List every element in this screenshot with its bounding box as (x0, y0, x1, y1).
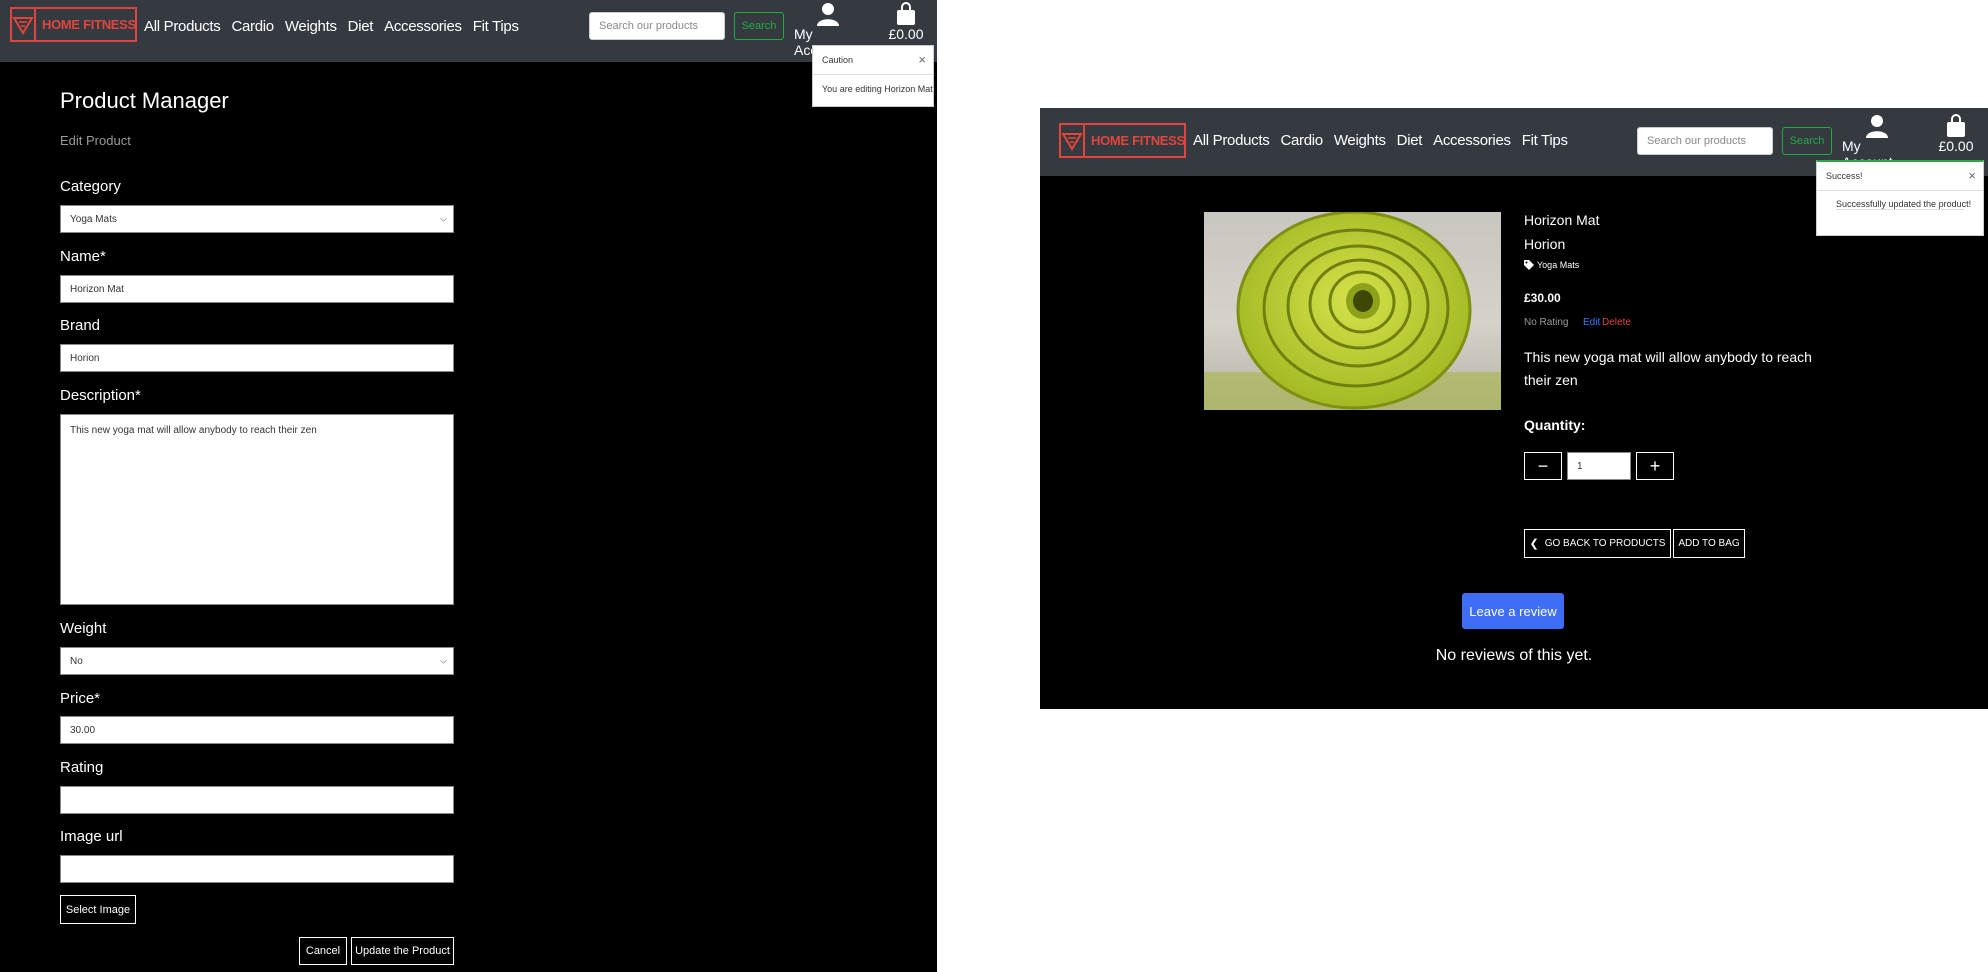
update-product-button[interactable]: Update the Product (351, 937, 454, 965)
toast-title: Caution (822, 55, 854, 65)
shopping-bag-link[interactable]: £0.00 (1930, 114, 1982, 154)
user-icon (1866, 115, 1888, 138)
shopping-bag-icon (1947, 114, 1965, 137)
no-reviews-message: No reviews of this yet. (1435, 647, 1593, 664)
toast-header: Caution × (813, 46, 933, 75)
weight-select[interactable]: No ⌵ (60, 647, 454, 675)
logo-mark-icon (12, 9, 36, 40)
weight-label: Weight (60, 620, 107, 637)
category-value: Yoga Mats (70, 213, 117, 225)
product-brand: Horion (1524, 236, 1566, 252)
name-label: Name* (60, 248, 106, 265)
logo-text: HOME FITNESS (42, 17, 136, 32)
nav-link-fit-tips[interactable]: Fit Tips (1522, 132, 1568, 149)
decrement-button[interactable]: − (1524, 452, 1562, 480)
nav-links: All Products Cardio Weights Diet Accesso… (144, 18, 530, 35)
category-select[interactable]: Yoga Mats ⌵ (60, 205, 454, 233)
toast-header: Success! × (1817, 162, 1983, 191)
nav-link-cardio[interactable]: Cardio (1280, 132, 1323, 149)
chevron-down-icon: ⌵ (440, 213, 447, 224)
product-name: Horizon Mat (1524, 212, 1600, 228)
rating-label: Rating (60, 759, 104, 776)
go-back-label: GO BACK TO PRODUCTS (1544, 538, 1666, 549)
description-label: Description* (60, 387, 141, 404)
image-url-label: Image url (60, 828, 123, 845)
close-icon[interactable]: × (918, 52, 926, 67)
search-button[interactable]: Search (1782, 127, 1832, 155)
plus-icon: + (1649, 455, 1661, 476)
search-input[interactable]: Search our products (1637, 127, 1773, 155)
toast-message: Successfully updated the product! (1836, 199, 1972, 209)
main-navbar: HOME FITNESS All Products Cardio Weights… (0, 0, 937, 62)
quantity-label: Quantity: (1524, 417, 1586, 433)
yoga-mat-image (1204, 212, 1501, 410)
product-price: £30.00 (1524, 291, 1561, 305)
product-category[interactable]: Yoga Mats (1524, 260, 1579, 270)
tag-icon (1524, 260, 1534, 270)
delete-product-link[interactable]: Delete (1602, 317, 1631, 328)
logo-mark-icon (1061, 125, 1085, 156)
shopping-bag-icon (897, 2, 915, 25)
price-label: Price* (60, 690, 101, 707)
product-description: This new yoga mat will allow anybody to … (1524, 349, 1812, 388)
page-title: Product Manager (60, 88, 229, 113)
go-back-button[interactable]: ❮ GO BACK TO PRODUCTS (1524, 529, 1671, 558)
nav-link-all-products[interactable]: All Products (1193, 132, 1270, 149)
caution-toast: Caution × You are editing Horizon Mat (812, 45, 934, 107)
category-label: Category (60, 178, 121, 195)
quantity-input[interactable]: 1 (1567, 452, 1631, 480)
increment-button[interactable]: + (1636, 452, 1674, 480)
bag-total: £0.00 (1938, 138, 1974, 154)
bag-total: £0.00 (888, 26, 924, 42)
minus-icon: − (1537, 455, 1549, 476)
edit-product-link[interactable]: Edit (1583, 317, 1600, 328)
add-to-bag-button[interactable]: ADD TO BAG (1673, 529, 1745, 558)
price-input[interactable]: 30.00 (60, 716, 454, 744)
product-image[interactable] (1204, 212, 1501, 410)
brand-input[interactable]: Horion (60, 344, 454, 372)
logo-text: HOME FITNESS (1091, 133, 1185, 148)
nav-link-accessories[interactable]: Accessories (1433, 132, 1511, 149)
toast-message: You are editing Horizon Mat (822, 84, 933, 94)
search-input[interactable]: Search our products (589, 12, 725, 40)
nav-link-weights[interactable]: Weights (1334, 132, 1386, 149)
description-textarea[interactable]: This new yoga mat will allow anybody to … (60, 414, 454, 605)
brand-label: Brand (60, 317, 101, 334)
toast-divider (1836, 209, 1964, 210)
weight-value: No (70, 655, 83, 667)
user-icon (817, 3, 839, 26)
site-logo[interactable]: HOME FITNESS (1059, 123, 1186, 158)
leave-review-button[interactable]: Leave a review (1462, 593, 1564, 629)
nav-link-fit-tips[interactable]: Fit Tips (473, 18, 519, 35)
nav-links: All Products Cardio Weights Diet Accesso… (1193, 132, 1579, 149)
search-button[interactable]: Search (734, 12, 784, 40)
nav-link-accessories[interactable]: Accessories (384, 18, 462, 35)
edit-product-screen: HOME FITNESS All Products Cardio Weights… (0, 0, 937, 972)
site-logo[interactable]: HOME FITNESS (10, 7, 137, 42)
nav-link-diet[interactable]: Diet (348, 18, 374, 35)
page-subtitle: Edit Product (60, 133, 131, 148)
cancel-button[interactable]: Cancel (299, 937, 347, 965)
nav-link-all-products[interactable]: All Products (144, 18, 221, 35)
product-detail-screen: HOME FITNESS All Products Cardio Weights… (1040, 108, 1988, 709)
category-label: Yoga Mats (1537, 260, 1580, 270)
rating-input[interactable] (60, 786, 454, 814)
close-icon[interactable]: × (1968, 168, 1976, 183)
shopping-bag-link[interactable]: £0.00 (880, 2, 932, 42)
chevron-down-icon: ⌵ (440, 655, 447, 666)
nav-link-cardio[interactable]: Cardio (231, 18, 274, 35)
nav-link-diet[interactable]: Diet (1397, 132, 1423, 149)
select-image-button[interactable]: Select Image (60, 895, 136, 924)
product-rating: No Rating (1524, 317, 1569, 328)
success-toast: Success! × Successfully updated the prod… (1816, 160, 1984, 236)
name-input[interactable]: Horizon Mat (60, 275, 454, 303)
image-url-input[interactable] (60, 855, 454, 883)
nav-link-weights[interactable]: Weights (285, 18, 337, 35)
chevron-left-icon: ❮ (1529, 538, 1539, 550)
toast-title: Success! (1826, 171, 1863, 181)
